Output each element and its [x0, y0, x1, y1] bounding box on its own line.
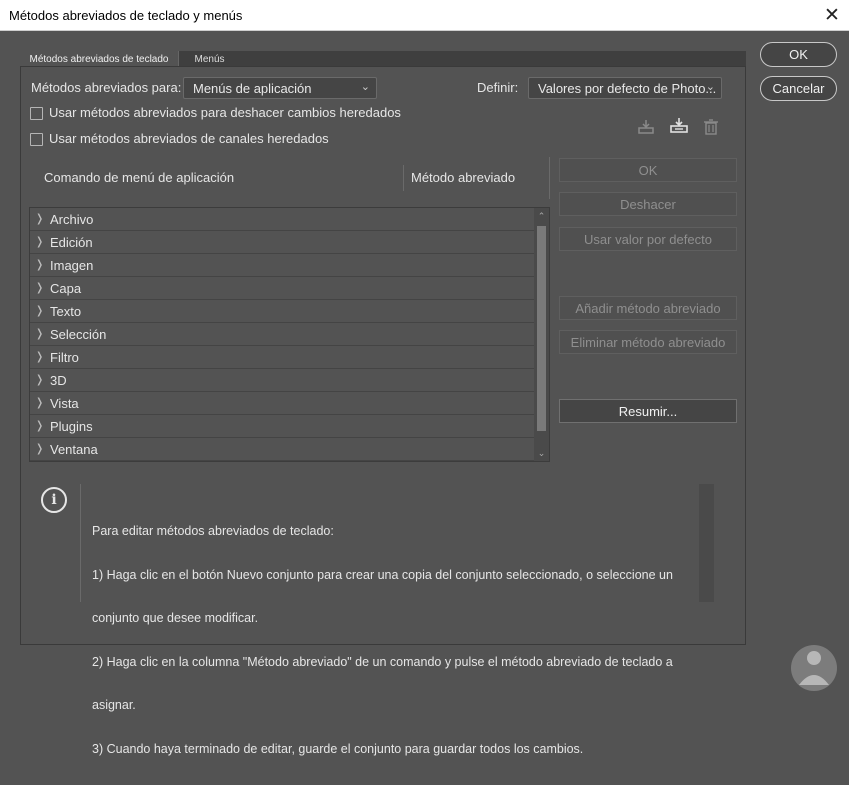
shortcuts-for-value: Menús de aplicación	[193, 81, 312, 96]
info-line: asignar.	[92, 698, 136, 712]
list-item[interactable]: ❭ Vista	[30, 392, 534, 415]
add-shortcut-button[interactable]: Añadir método abreviado	[559, 296, 737, 320]
summarize-button[interactable]: Resumir...	[559, 399, 737, 423]
ok-shortcut-button[interactable]: OK	[559, 158, 737, 182]
chevron-right-icon[interactable]: ❭	[35, 304, 44, 317]
info-text: Para editar métodos abreviados de teclad…	[92, 495, 692, 785]
list-item-label: 3D	[50, 373, 67, 388]
chevron-right-icon[interactable]: ❭	[35, 258, 44, 271]
chevron-right-icon[interactable]: ❭	[35, 442, 44, 455]
column-divider	[403, 165, 404, 191]
tab-menus[interactable]: Menús	[178, 51, 240, 67]
legacy-channels-label: Usar métodos abreviados de canales hered…	[49, 131, 329, 146]
chevron-right-icon[interactable]: ❭	[35, 281, 44, 294]
chevron-right-icon[interactable]: ❭	[35, 350, 44, 363]
list-item[interactable]: ❭ Imagen	[30, 254, 534, 277]
set-label: Definir:	[477, 80, 519, 95]
list-item[interactable]: ❭ Plugins	[30, 415, 534, 438]
info-line: 1) Haga clic en el botón Nuevo conjunto …	[92, 567, 673, 582]
info-line: Para editar métodos abreviados de teclad…	[92, 524, 334, 538]
delete-set-icon[interactable]	[702, 118, 720, 136]
window-title: Métodos abreviados de teclado y menús	[9, 8, 243, 23]
list-item-label: Vista	[50, 396, 79, 411]
chevron-right-icon[interactable]: ❭	[35, 235, 44, 248]
list-item-label: Ventana	[50, 442, 98, 457]
list-item-label: Texto	[50, 304, 82, 319]
list-item[interactable]: ❭ Filtro	[30, 346, 534, 369]
list-item[interactable]: ❭ Ventana	[30, 438, 534, 461]
info-line: 2) Haga clic en la columna "Método abrev…	[92, 654, 673, 669]
scroll-down-icon[interactable]: ⌄	[534, 448, 549, 459]
list-item[interactable]: ❭ 3D	[30, 369, 534, 392]
list-item-label: Archivo	[50, 212, 94, 227]
shortcuts-for-label: Métodos abreviados para:	[31, 80, 182, 95]
use-default-button[interactable]: Usar valor por defecto	[559, 227, 737, 251]
list-item-label: Imagen	[50, 258, 94, 273]
logo-watermark	[791, 645, 837, 691]
save-set-icon[interactable]	[637, 118, 655, 136]
column-divider	[549, 157, 550, 199]
list-item[interactable]: ❭ Capa	[30, 277, 534, 300]
info-icon: i	[41, 487, 67, 513]
list-item[interactable]: ❭ Edición	[30, 231, 534, 254]
list-item-label: Plugins	[50, 419, 93, 434]
chevron-right-icon[interactable]: ❭	[35, 327, 44, 340]
list-scrollbar[interactable]: ⌃ ⌄	[534, 208, 549, 461]
new-set-icon[interactable]	[670, 117, 688, 135]
chevron-right-icon[interactable]: ❭	[35, 212, 44, 225]
cancel-button[interactable]: Cancelar	[760, 76, 837, 101]
list-item-label: Selección	[50, 327, 107, 342]
legacy-undo-label: Usar métodos abreviados para deshacer ca…	[49, 105, 401, 120]
chevron-down-icon: ⌄	[705, 81, 715, 93]
title-bar: Métodos abreviados de teclado y menús ✕	[0, 0, 849, 31]
set-value: Valores por defecto de Photo...	[538, 81, 717, 96]
info-box: Para editar métodos abreviados de teclad…	[80, 484, 714, 756]
close-icon[interactable]: ✕	[815, 0, 849, 30]
info-line: 3) Cuando haya terminado de editar, guar…	[92, 741, 584, 756]
list-item-label: Edición	[50, 235, 93, 250]
chevron-right-icon[interactable]: ❭	[35, 419, 44, 432]
legacy-channels-checkbox[interactable]	[30, 133, 43, 146]
info-scrollbar[interactable]	[699, 484, 714, 602]
column-shortcut[interactable]: Método abreviado	[411, 170, 515, 185]
info-line: conjunto que desee modificar.	[92, 611, 259, 625]
chevron-down-icon: ⌄	[360, 81, 370, 93]
list-item-label: Capa	[50, 281, 82, 296]
list-item[interactable]: ❭ Texto	[30, 300, 534, 323]
list-item[interactable]: ❭ Selección	[30, 323, 534, 346]
column-command[interactable]: Comando de menú de aplicación	[44, 170, 234, 185]
command-list: ❭ Archivo ❭ Edición ❭ Imagen ❭ Capa ❭ Texto ❭ Selec…	[29, 207, 550, 462]
scroll-thumb[interactable]	[537, 226, 546, 431]
list-item-label: Filtro	[50, 350, 79, 365]
scroll-up-icon[interactable]: ⌃	[534, 211, 549, 222]
shortcuts-for-select[interactable]: Menús de aplicación ⌄	[183, 77, 377, 99]
chevron-right-icon[interactable]: ❭	[35, 396, 44, 409]
undo-button[interactable]: Deshacer	[559, 192, 737, 216]
ok-button[interactable]: OK	[760, 42, 837, 67]
delete-shortcut-button[interactable]: Eliminar método abreviado	[559, 330, 737, 354]
list-item[interactable]: ❭ Archivo	[30, 208, 534, 231]
set-select[interactable]: Valores por defecto de Photo... ⌄	[528, 77, 722, 99]
chevron-right-icon[interactable]: ❭	[35, 373, 44, 386]
tab-keyboard-shortcuts[interactable]: Métodos abreviados de teclado	[20, 51, 178, 67]
legacy-undo-checkbox[interactable]	[30, 107, 43, 120]
tab-strip: Métodos abreviados de teclado Menús	[20, 51, 746, 67]
